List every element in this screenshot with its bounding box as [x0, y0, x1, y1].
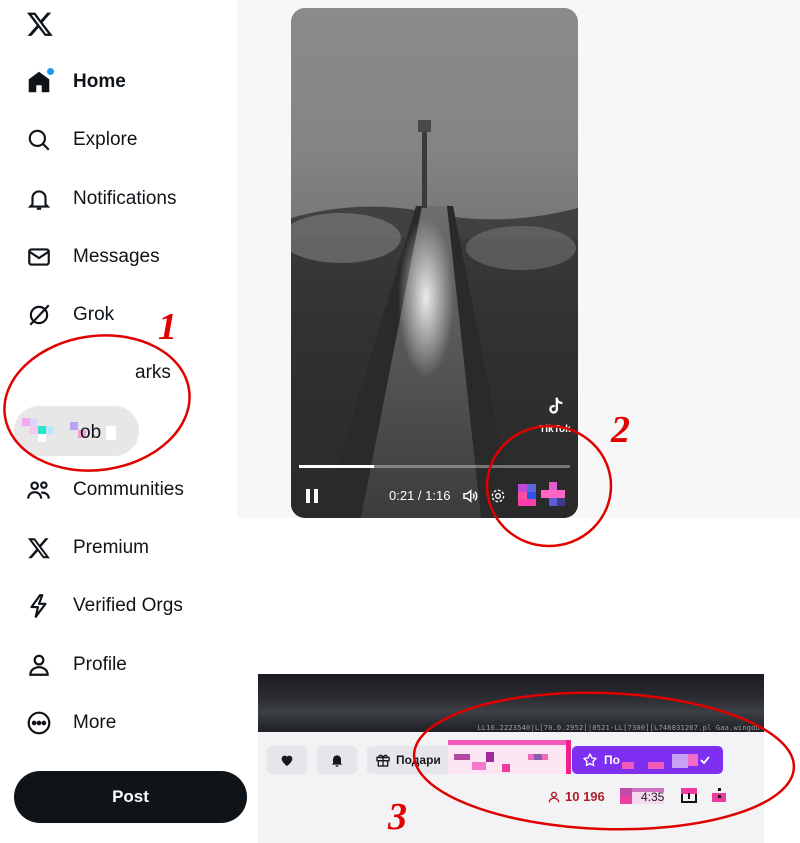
star-icon	[583, 753, 597, 767]
bookmark-icon	[24, 358, 54, 388]
sidebar-item-communities[interactable]: Communities	[24, 470, 184, 510]
sidebar-item-label: Notifications	[73, 188, 177, 209]
sidebar-item-premium[interactable]: Premium	[24, 528, 149, 568]
viewer-count-label: 10 196	[565, 789, 605, 804]
sidebar-item-hovered[interactable]: ob	[14, 406, 139, 456]
person-icon	[548, 791, 560, 802]
video-time: 0:21 / 1:16	[389, 488, 451, 503]
sidebar-item-explore[interactable]: Explore	[24, 120, 137, 160]
video-player[interactable]: TikTok 0:21 / 1:16	[291, 8, 578, 518]
volume-icon[interactable]	[461, 487, 479, 505]
left-sidebar: Home Explore Notifications Messages Grok…	[0, 0, 247, 843]
sidebar-item-label: arks	[135, 362, 171, 383]
sidebar-item-bookmarks[interactable]: arks	[24, 353, 171, 393]
sidebar-item-label: Verified Orgs	[73, 595, 183, 616]
notification-dot	[47, 68, 54, 75]
tiktok-label: TikTok	[539, 424, 571, 435]
sidebar-item-label: Home	[73, 71, 126, 92]
sidebar-item-messages[interactable]: Messages	[24, 237, 160, 277]
more-vertical-icon[interactable]	[712, 788, 726, 804]
lightning-icon	[24, 591, 54, 621]
gift-icon	[376, 754, 390, 767]
sidebar-item-label: Explore	[73, 129, 138, 150]
annotation-label-3: 3	[388, 796, 407, 838]
x-logo-icon[interactable]	[26, 10, 54, 38]
home-icon	[24, 67, 54, 97]
stream-uptime: 4:35	[641, 790, 665, 804]
heart-icon	[281, 755, 293, 766]
sidebar-item-label: Grok	[73, 304, 115, 325]
envelope-icon	[24, 242, 54, 272]
sidebar-item-label: Profile	[73, 654, 127, 675]
sidebar-item-label: More	[73, 712, 117, 733]
sidebar-item-grok[interactable]: Grok	[24, 295, 114, 335]
communities-icon	[24, 475, 54, 505]
bell-icon	[331, 755, 343, 767]
settings-icon[interactable]	[490, 488, 506, 504]
person-icon	[24, 650, 54, 680]
pixelated-block	[448, 740, 571, 774]
sidebar-item-more[interactable]: More	[24, 703, 116, 743]
bell-icon	[24, 184, 54, 214]
annotation-label-1: 1	[158, 306, 177, 348]
more-circle-icon	[24, 708, 54, 738]
video-frame	[291, 8, 578, 518]
post-button[interactable]: Post	[14, 771, 247, 823]
tiktok-watermark: TikTok	[537, 396, 573, 435]
subscribe-label: По	[604, 753, 620, 767]
sidebar-item-profile[interactable]: Profile	[24, 645, 127, 685]
search-icon	[24, 125, 54, 155]
pixelated-fullscreen-icon[interactable]	[541, 482, 565, 506]
pixelated-block	[22, 418, 30, 426]
follow-heart-button[interactable]	[267, 746, 307, 774]
grok-icon	[24, 300, 54, 330]
stream-panel: LL16.2223540|L[70.0.2952]|0521-LL[7300][…	[258, 674, 764, 843]
annotation-label-2: 2	[611, 409, 630, 451]
video-progress-bar[interactable]	[299, 465, 570, 468]
sidebar-item-home[interactable]: Home	[24, 62, 126, 102]
sidebar-item-label: Communities	[73, 479, 184, 500]
pause-icon[interactable]	[305, 488, 319, 504]
sidebar-item-label: ob	[80, 422, 102, 443]
viewer-count: 10 196	[547, 789, 605, 804]
pixelated-control-icon[interactable]	[518, 484, 536, 506]
share-icon[interactable]	[681, 788, 697, 804]
gift-label: Подари	[396, 753, 441, 767]
sidebar-item-label: Premium	[73, 537, 150, 558]
notify-bell-button[interactable]	[317, 746, 357, 774]
video-progress-fill	[299, 465, 374, 468]
stream-overlay-text: LL16.2223540|L[70.0.2952]|0521-LL[7300][…	[477, 724, 760, 732]
sidebar-item-label: Messages	[73, 246, 160, 267]
sidebar-item-verified-orgs[interactable]: Verified Orgs	[24, 586, 183, 626]
subscribe-button[interactable]: По	[572, 746, 723, 774]
sidebar-item-notifications[interactable]: Notifications	[24, 179, 177, 219]
check-icon	[700, 756, 710, 765]
tiktok-icon	[549, 397, 563, 414]
x-premium-icon	[24, 533, 54, 563]
